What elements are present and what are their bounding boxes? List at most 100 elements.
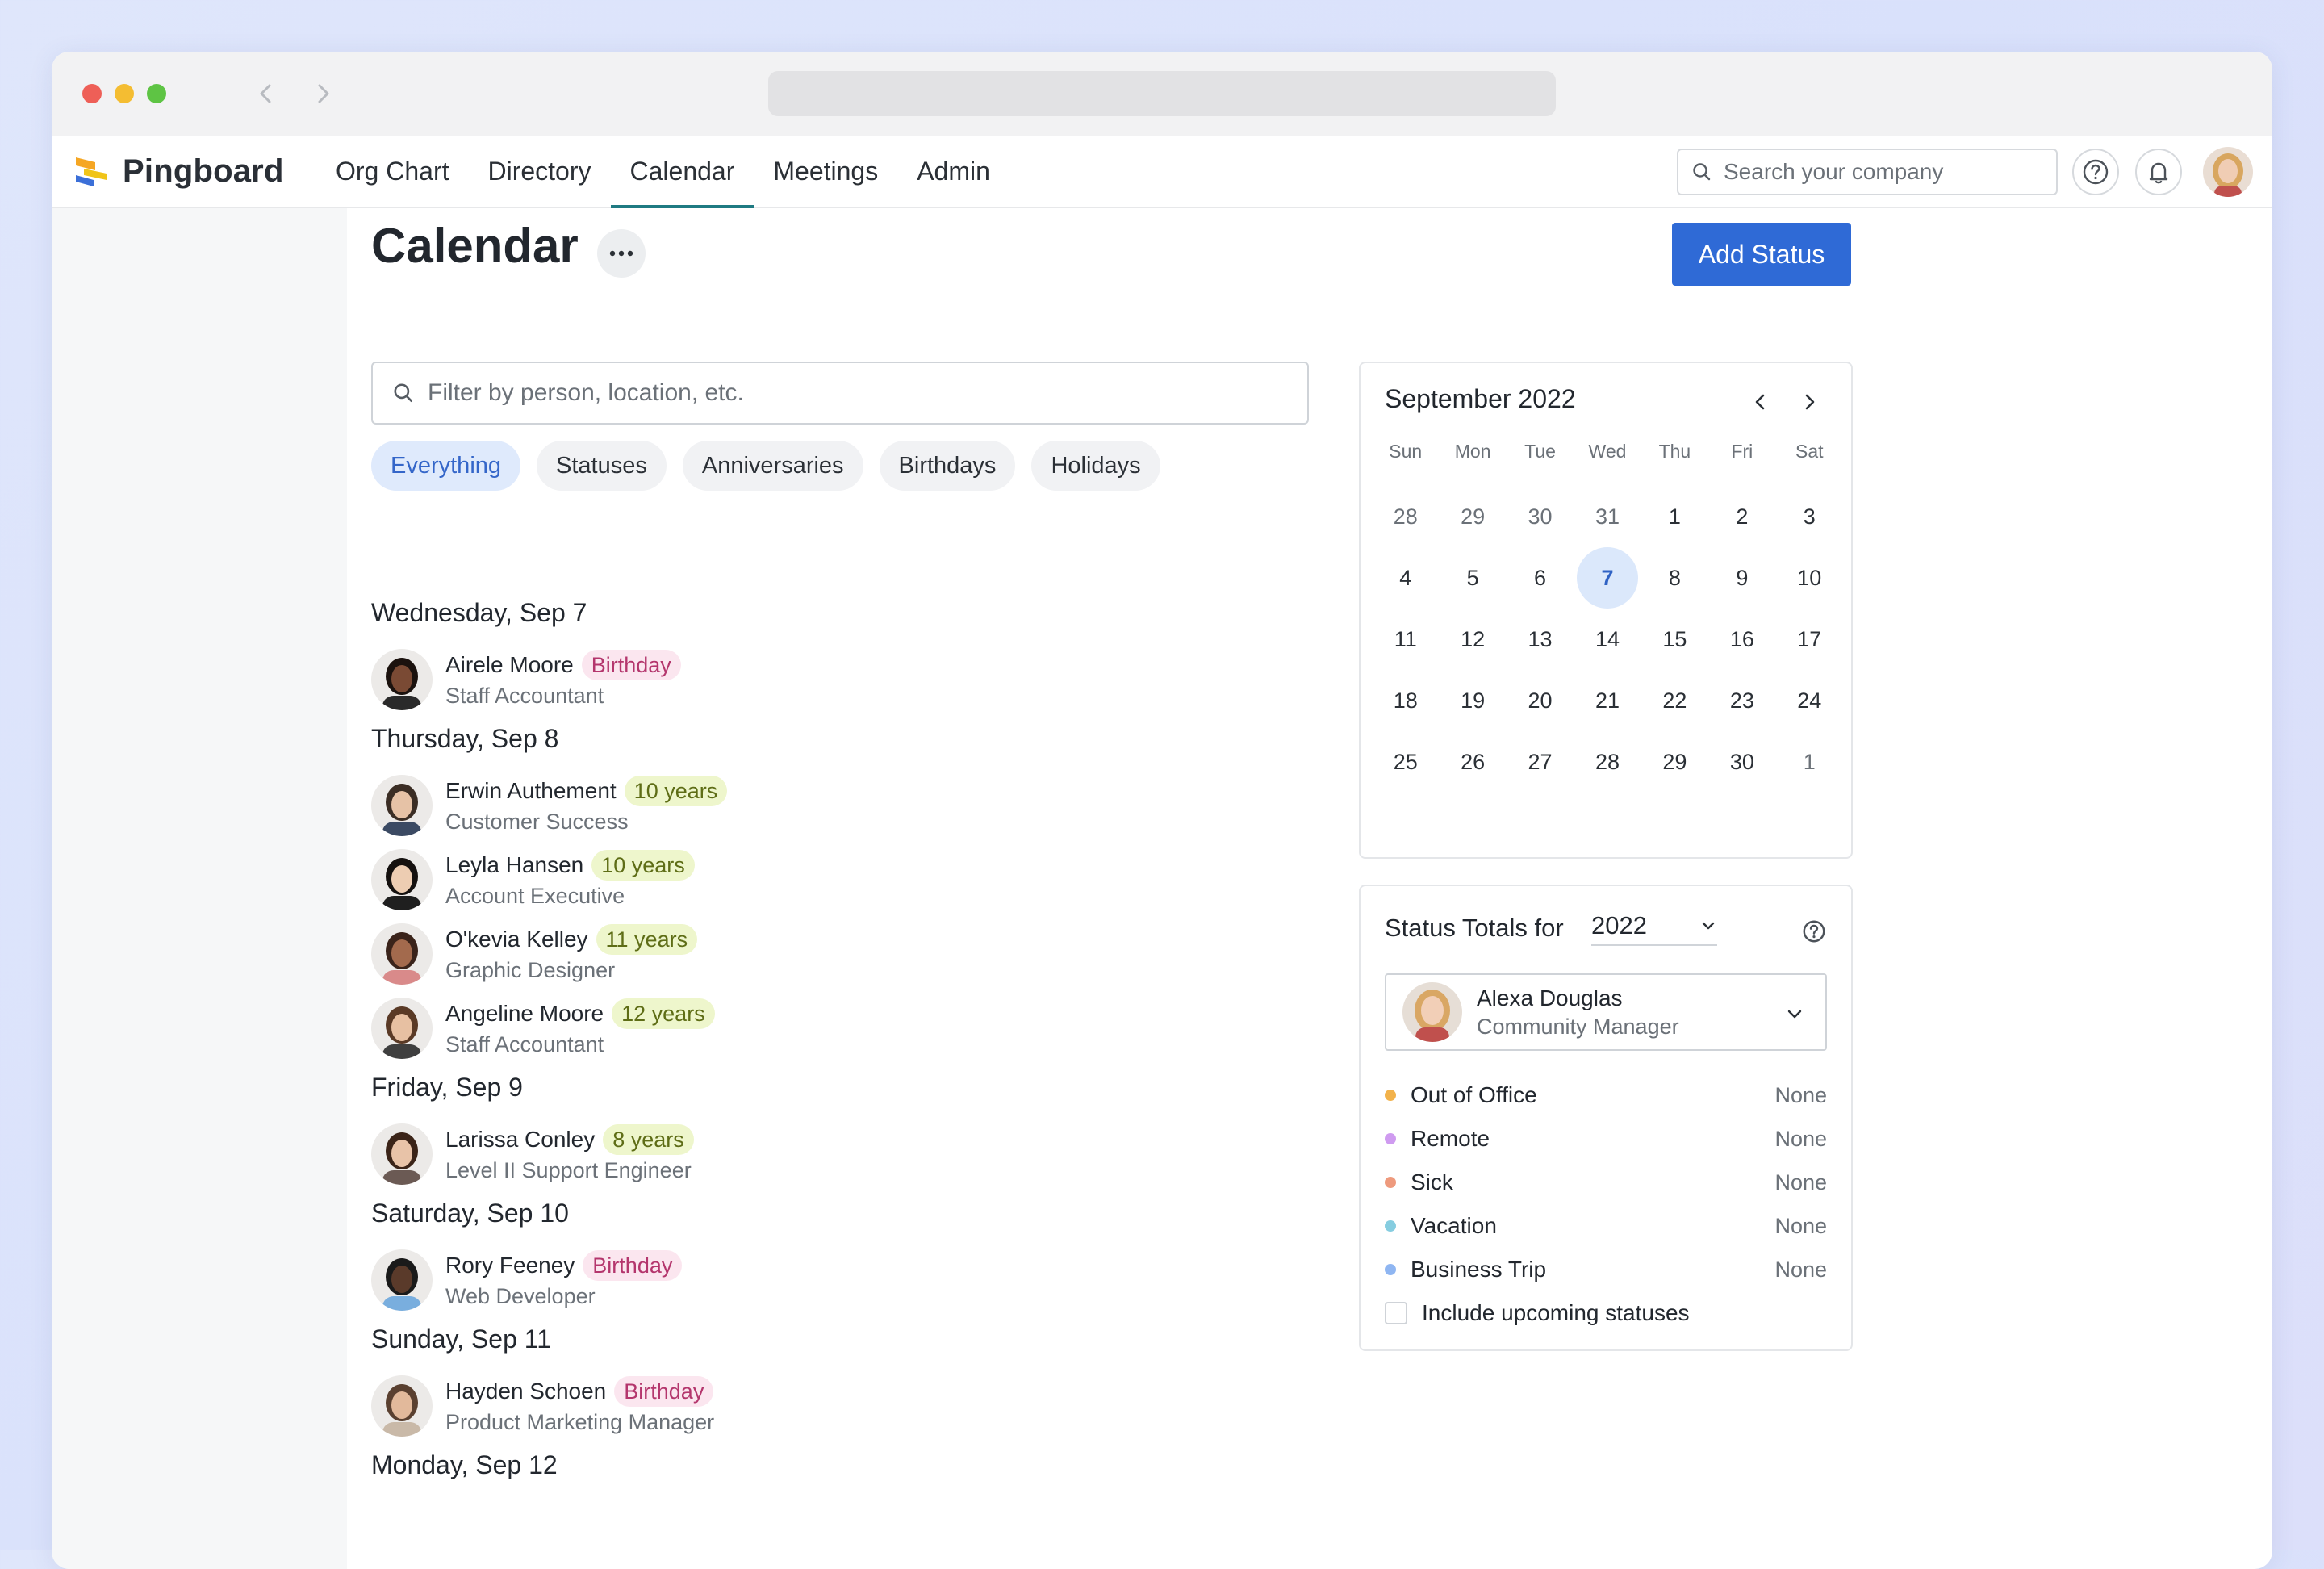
avatar[interactable] <box>371 649 433 710</box>
person-name[interactable]: Leyla Hansen <box>445 852 583 878</box>
avatar[interactable] <box>371 1375 433 1437</box>
calendar-day[interactable]: 31 <box>1574 486 1641 547</box>
help-button[interactable] <box>2072 149 2119 195</box>
company-search[interactable] <box>1677 149 2058 195</box>
person-name[interactable]: Larissa Conley <box>445 1127 595 1153</box>
calendar-day-today[interactable]: 7 <box>1574 547 1641 609</box>
calendar-day[interactable]: 13 <box>1507 609 1574 670</box>
maximize-window-button[interactable] <box>147 84 166 103</box>
calendar-day[interactable]: 3 <box>1776 486 1843 547</box>
calendar-day[interactable]: 25 <box>1372 731 1439 793</box>
chip-everything[interactable]: Everything <box>371 441 521 491</box>
filter-search[interactable] <box>371 362 1309 425</box>
avatar[interactable] <box>371 1123 433 1185</box>
avatar[interactable] <box>371 1249 433 1311</box>
nav-directory[interactable]: Directory <box>468 136 610 207</box>
chip-statuses[interactable]: Statuses <box>537 441 667 491</box>
calendar-day[interactable]: 16 <box>1708 609 1775 670</box>
calendar-day[interactable]: 1 <box>1641 486 1708 547</box>
more-options-button[interactable] <box>597 229 646 278</box>
calendar-day[interactable]: 30 <box>1708 731 1775 793</box>
calendar-day[interactable]: 24 <box>1776 670 1843 731</box>
notifications-button[interactable] <box>2135 149 2182 195</box>
calendar-day[interactable]: 9 <box>1708 547 1775 609</box>
avatar[interactable] <box>371 923 433 985</box>
calendar-day[interactable]: 29 <box>1439 486 1506 547</box>
calendar-day[interactable]: 4 <box>1372 547 1439 609</box>
calendar-day[interactable]: 14 <box>1574 609 1641 670</box>
calendar-day[interactable]: 15 <box>1641 609 1708 670</box>
calendar-day[interactable]: 26 <box>1439 731 1506 793</box>
calendar-day[interactable]: 6 <box>1507 547 1574 609</box>
person-row[interactable]: O'kevia Kelley 11 years Graphic Designer <box>371 923 1178 998</box>
chip-holidays[interactable]: Holidays <box>1031 441 1160 491</box>
person-name[interactable]: Angeline Moore <box>445 1001 604 1027</box>
calendar-day[interactable]: 18 <box>1372 670 1439 731</box>
calendar-day[interactable]: 2 <box>1708 486 1775 547</box>
person-row[interactable]: Erwin Authement 10 years Customer Success <box>371 775 1178 849</box>
address-bar[interactable] <box>768 71 1556 116</box>
calendar-day[interactable]: 27 <box>1507 731 1574 793</box>
calendar-day[interactable]: 5 <box>1439 547 1506 609</box>
person-name[interactable]: Airele Moore <box>445 652 574 678</box>
anniversary-badge: 12 years <box>612 998 715 1029</box>
include-upcoming-checkbox[interactable] <box>1385 1302 1407 1324</box>
brand[interactable]: Pingboard <box>74 152 284 190</box>
chip-birthdays[interactable]: Birthdays <box>879 441 1016 491</box>
include-upcoming-label[interactable]: Include upcoming statuses <box>1422 1300 1690 1326</box>
person-name[interactable]: Erwin Authement <box>445 778 617 804</box>
minimize-window-button[interactable] <box>115 84 134 103</box>
calendar-day[interactable]: 1 <box>1776 731 1843 793</box>
avatar[interactable] <box>371 998 433 1059</box>
browser-forward-icon[interactable] <box>310 81 336 107</box>
person-row[interactable]: Larissa Conley 8 years Level II Support En… <box>371 1123 1178 1185</box>
calendar-day[interactable]: 29 <box>1641 731 1708 793</box>
person-name[interactable]: Hayden Schoen <box>445 1379 606 1404</box>
person-row[interactable]: Leyla Hansen 10 years Account Executive <box>371 849 1178 923</box>
nav-admin[interactable]: Admin <box>897 136 1009 207</box>
person-name[interactable]: Rory Feeney <box>445 1253 575 1278</box>
calendar-day[interactable]: 12 <box>1439 609 1506 670</box>
chip-anniversaries[interactable]: Anniversaries <box>682 441 863 491</box>
person-row[interactable]: Rory Feeney Birthday Web Developer <box>371 1249 1178 1311</box>
calendar-day[interactable]: 10 <box>1776 547 1843 609</box>
calendar-day[interactable]: 21 <box>1574 670 1641 731</box>
filter-input[interactable] <box>426 379 1301 408</box>
year-select[interactable]: 2022 <box>1591 907 1717 946</box>
add-status-button[interactable]: Add Status <box>1672 223 1851 286</box>
calendar-day[interactable]: 11 <box>1372 609 1439 670</box>
avatar-image <box>371 1123 433 1185</box>
calendar-day[interactable]: 8 <box>1641 547 1708 609</box>
company-search-input[interactable] <box>1722 158 2048 186</box>
person-info: Larissa Conley 8 years Level II Support En… <box>445 1123 694 1185</box>
close-window-button[interactable] <box>82 84 102 103</box>
browser-back-icon[interactable] <box>253 81 279 107</box>
calendar-day[interactable]: 19 <box>1439 670 1506 731</box>
person-name[interactable]: O'kevia Kelley <box>445 927 588 952</box>
calendar-day[interactable]: 17 <box>1776 609 1843 670</box>
person-role: Staff Accountant <box>445 1032 604 1056</box>
help-icon[interactable] <box>1801 918 1827 944</box>
calendar-day[interactable]: 30 <box>1507 486 1574 547</box>
calendar-day[interactable]: 28 <box>1574 731 1641 793</box>
nav-meetings[interactable]: Meetings <box>754 136 897 207</box>
weekday-wed: Wed <box>1588 441 1627 462</box>
calendar-day[interactable]: 28 <box>1372 486 1439 547</box>
person-role: Product Marketing Manager <box>445 1410 715 1434</box>
user-avatar[interactable] <box>2203 147 2253 197</box>
person-row[interactable]: Hayden Schoen Birthday Product Marketing M… <box>371 1375 1178 1437</box>
next-month-icon[interactable] <box>1795 387 1824 416</box>
status-dot <box>1385 1177 1396 1188</box>
calendar-day[interactable]: 23 <box>1708 670 1775 731</box>
previous-month-icon[interactable] <box>1746 387 1775 416</box>
nav-calendar[interactable]: Calendar <box>610 136 754 208</box>
calendar-day[interactable]: 22 <box>1641 670 1708 731</box>
person-select[interactable]: Alexa Douglas Community Manager <box>1385 973 1827 1051</box>
nav-org-chart[interactable]: Org Chart <box>316 136 468 207</box>
person-row[interactable]: Airele Moore Birthday Staff Accountant <box>371 649 1178 710</box>
day-heading: Saturday, Sep 10 <box>371 1199 569 1228</box>
avatar[interactable] <box>371 775 433 836</box>
person-row[interactable]: Angeline Moore 12 years Staff Accountant <box>371 998 1178 1059</box>
avatar[interactable] <box>371 849 433 910</box>
calendar-day[interactable]: 20 <box>1507 670 1574 731</box>
